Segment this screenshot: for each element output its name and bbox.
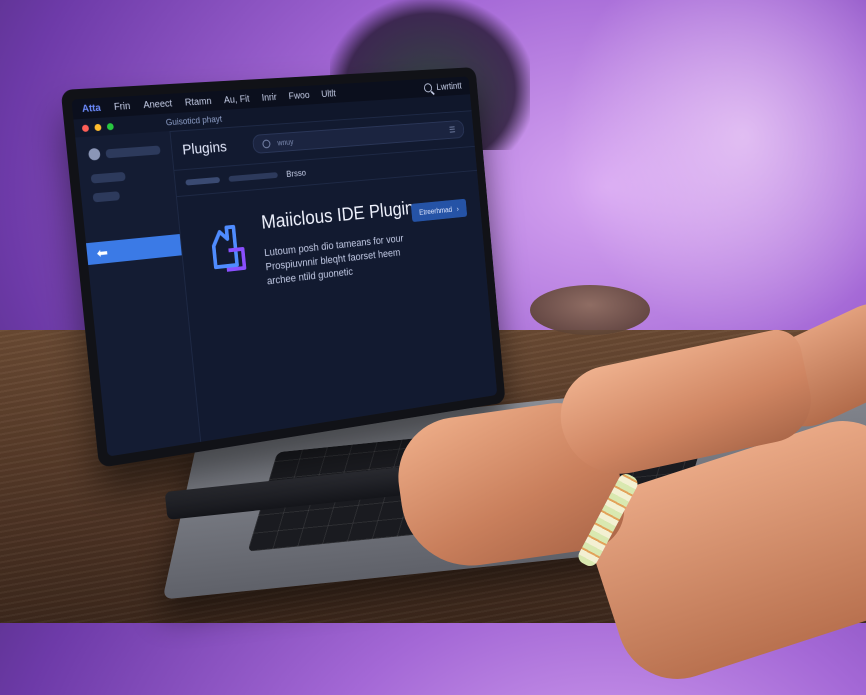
search-icon bbox=[262, 138, 271, 149]
sidebar-item-1[interactable] bbox=[90, 171, 126, 184]
menubar-item[interactable]: Ultlt bbox=[321, 88, 336, 99]
menubar-search[interactable]: Lwrtintt bbox=[423, 81, 462, 93]
tab-browse[interactable]: Brsso bbox=[286, 168, 307, 179]
close-window-button[interactable] bbox=[81, 124, 90, 132]
plant-pot bbox=[530, 285, 650, 335]
sidebar-profile[interactable] bbox=[75, 131, 172, 165]
plugin-logo-icon bbox=[206, 220, 250, 278]
tab-2[interactable] bbox=[228, 172, 278, 182]
install-button-label: Etreerhmad bbox=[418, 205, 453, 217]
screen-display: Atta Frin Aneect Rtamn Au, Fit Inrir Fwo… bbox=[71, 76, 498, 457]
window-title: Guisoticd phayt bbox=[165, 113, 223, 128]
plugin-search-input[interactable]: wnuy ☰ bbox=[252, 119, 465, 154]
menubar-item[interactable]: Aneect bbox=[143, 98, 173, 111]
app-window: Guisoticd phayt ⬅ Plugins wnuy ☰ Brsso M… bbox=[73, 94, 498, 457]
avatar[interactable] bbox=[88, 147, 101, 161]
plugin-name: Maiiclous IDE Plugin bbox=[260, 198, 415, 234]
menubar-app-name[interactable]: Atta bbox=[81, 102, 101, 114]
minimize-window-button[interactable] bbox=[94, 123, 102, 131]
menubar-item[interactable]: Frin bbox=[113, 101, 130, 113]
filter-icon[interactable]: ☰ bbox=[449, 124, 456, 134]
install-plugin-button[interactable]: Etreerhmad › bbox=[410, 198, 468, 223]
menubar-item[interactable]: Inrir bbox=[261, 92, 277, 103]
page-title: Plugins bbox=[181, 138, 228, 158]
laptop-screen: Atta Frin Aneect Rtamn Au, Fit Inrir Fwo… bbox=[60, 67, 506, 468]
search-placeholder: wnuy bbox=[276, 137, 294, 147]
sidebar-item-active[interactable]: ⬅ bbox=[85, 234, 182, 266]
search-icon[interactable] bbox=[423, 83, 433, 93]
arrow-left-icon: ⬅ bbox=[95, 243, 109, 261]
menubar-search-label: Lwrtintt bbox=[436, 80, 462, 93]
tab-1[interactable] bbox=[185, 176, 221, 186]
zoom-window-button[interactable] bbox=[106, 122, 114, 130]
sidebar-placeholder bbox=[105, 145, 161, 158]
chevron-icon: › bbox=[456, 204, 460, 213]
menubar-item[interactable]: Au, Fit bbox=[223, 93, 250, 105]
menubar-spacer bbox=[347, 89, 412, 93]
main-panel: Plugins wnuy ☰ Brsso Maiiclous IDE Plugi… bbox=[169, 110, 497, 442]
menubar-item[interactable]: Rtamn bbox=[184, 96, 212, 108]
sidebar-item-2[interactable] bbox=[92, 191, 121, 203]
menubar-item[interactable]: Fwoo bbox=[288, 90, 310, 102]
plugin-description: Lutoum posh dio tameans for vour Prospiu… bbox=[263, 233, 404, 288]
